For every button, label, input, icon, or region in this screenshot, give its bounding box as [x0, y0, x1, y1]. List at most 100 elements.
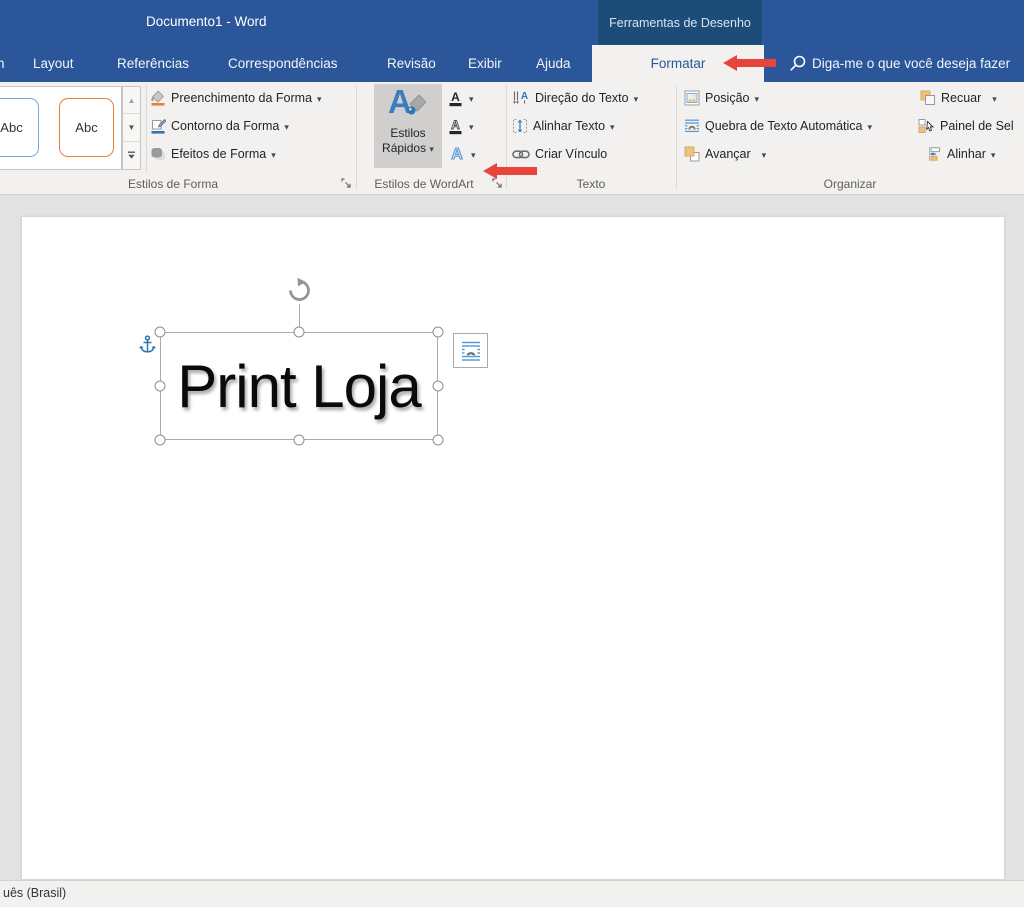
align-objects-label: Alinhar [947, 147, 986, 161]
gallery-more-icon[interactable] [123, 142, 140, 169]
resize-handle-bottom-center[interactable] [294, 435, 305, 446]
text-outline-icon: A [448, 118, 464, 135]
svg-text:A: A [451, 90, 460, 104]
tab-exibir[interactable]: Exibir [468, 45, 502, 82]
resize-handle-top-left[interactable] [155, 327, 166, 338]
shape-outline-button[interactable]: Contorno da Forma [150, 116, 289, 136]
text-fill-button[interactable]: A [448, 88, 474, 108]
tab-revisao[interactable]: Revisão [387, 45, 436, 82]
contextual-tab-group-header: Ferramentas de Desenho [598, 0, 762, 45]
dropdown-caret-icon [762, 145, 767, 163]
tell-me-search-box[interactable]: Diga-me o que você deseja fazer [812, 45, 1010, 82]
group-separator [356, 85, 357, 189]
text-direction-label: Direção do Texto [535, 91, 629, 105]
resize-handle-bottom-right[interactable] [433, 435, 444, 446]
rotation-handle-icon[interactable] [286, 277, 313, 304]
dropdown-caret-icon [754, 89, 759, 107]
tab-layout[interactable]: Layout [33, 45, 74, 82]
svg-text:A: A [451, 146, 463, 163]
status-bar: uês (Brasil) [0, 880, 1024, 907]
document-title: Documento1 - Word [146, 0, 267, 44]
gallery-scrollbar: ▲ ▼ [122, 86, 141, 170]
text-effects-icon: A [448, 145, 466, 163]
send-backward-icon [920, 90, 936, 106]
resize-handle-top-right[interactable] [433, 327, 444, 338]
annotation-arrow-formatar [737, 59, 776, 67]
position-label: Posição [705, 91, 749, 105]
dropdown-caret-icon [317, 89, 322, 107]
svg-text:A: A [521, 91, 528, 102]
selection-pane-icon [918, 118, 935, 134]
document-area [0, 195, 1024, 880]
link-icon [512, 149, 530, 160]
gallery-separator [146, 85, 147, 173]
text-effects-button[interactable]: A [448, 144, 476, 164]
shape-outline-label: Contorno da Forma [171, 119, 279, 133]
dropdown-caret-icon [429, 141, 434, 155]
dropdown-caret-icon [469, 89, 474, 107]
tab-partial[interactable]: n [0, 45, 5, 82]
dropdown-caret-icon [271, 145, 276, 163]
wordart-quick-styles-button[interactable]: A Estilos Rápidos [374, 84, 442, 168]
dropdown-caret-icon [471, 145, 476, 163]
bring-forward-label: Avançar [705, 147, 751, 161]
align-text-button[interactable]: Alinhar Texto [512, 116, 615, 136]
rotation-handle-stem [299, 304, 300, 327]
dialog-launcher-icon[interactable] [341, 178, 353, 190]
wrap-text-icon [684, 118, 700, 134]
tab-formatar-label: Formatar [651, 56, 706, 71]
align-objects-icon [926, 146, 942, 162]
shape-style-preset-2[interactable]: Abc [59, 98, 114, 157]
layout-options-icon [460, 340, 482, 362]
text-direction-icon: A [512, 90, 530, 106]
quick-styles-label-line2: Rápidos [382, 141, 434, 156]
tab-correspondencias[interactable]: Correspondências [228, 45, 338, 82]
dropdown-caret-icon [284, 117, 289, 135]
document-page[interactable] [21, 216, 1005, 880]
position-button[interactable]: Posição [684, 88, 759, 108]
dropdown-caret-icon [610, 117, 615, 135]
shape-effects-label: Efeitos de Forma [171, 147, 266, 161]
layout-options-button[interactable] [453, 333, 488, 368]
text-direction-button[interactable]: A Direção do Texto [512, 88, 638, 108]
group-label-wordart-styles: Estilos de WordArt [356, 177, 492, 193]
language-status[interactable]: uês (Brasil) [3, 881, 66, 906]
anchor-icon [139, 335, 156, 356]
group-label-shape-styles: Estilos de Forma [0, 177, 346, 193]
text-fill-icon: A [448, 90, 464, 107]
shape-style-preset-label: Abc [75, 120, 97, 135]
gallery-scroll-up-icon[interactable]: ▲ [123, 87, 140, 114]
shape-style-preset-label: Abc [0, 120, 22, 135]
bring-forward-button[interactable]: Avançar [684, 144, 766, 164]
shape-effects-button[interactable]: Efeitos de Forma [150, 144, 276, 164]
word-window: Documento1 - Word Ferramentas de Desenho… [0, 0, 1024, 907]
contextual-tab-group-label: Ferramentas de Desenho [609, 16, 751, 30]
shape-style-preset-1[interactable]: Abc [0, 98, 39, 157]
position-icon [684, 90, 700, 106]
dropdown-caret-icon [469, 117, 474, 135]
wrap-text-button[interactable]: Quebra de Texto Automática [684, 116, 872, 136]
shape-fill-icon [150, 90, 166, 106]
text-outline-button[interactable]: A [448, 116, 474, 136]
create-link-label: Criar Vínculo [535, 147, 607, 161]
tab-referencias[interactable]: Referências [117, 45, 189, 82]
selection-pane-button[interactable]: Painel de Sel [918, 116, 1014, 136]
send-backward-button[interactable]: Recuar [920, 88, 997, 108]
create-link-button[interactable]: Criar Vínculo [512, 144, 607, 164]
resize-handle-middle-right[interactable] [433, 381, 444, 392]
dialog-launcher-icon[interactable] [492, 178, 504, 190]
resize-handle-middle-left[interactable] [155, 381, 166, 392]
svg-text:A: A [451, 118, 460, 132]
group-separator [676, 85, 677, 189]
selection-pane-label: Painel de Sel [940, 119, 1014, 133]
resize-handle-top-center[interactable] [294, 327, 305, 338]
align-text-icon [512, 118, 528, 134]
gallery-scroll-down-icon[interactable]: ▼ [123, 114, 140, 141]
wrap-text-label: Quebra de Texto Automática [705, 119, 863, 133]
dropdown-caret-icon [992, 89, 997, 107]
tab-ajuda[interactable]: Ajuda [536, 45, 571, 82]
resize-handle-bottom-left[interactable] [155, 435, 166, 446]
shape-fill-button[interactable]: Preenchimento da Forma [150, 88, 322, 108]
align-objects-button[interactable]: Alinhar [926, 144, 995, 164]
shape-effects-icon [150, 146, 166, 162]
